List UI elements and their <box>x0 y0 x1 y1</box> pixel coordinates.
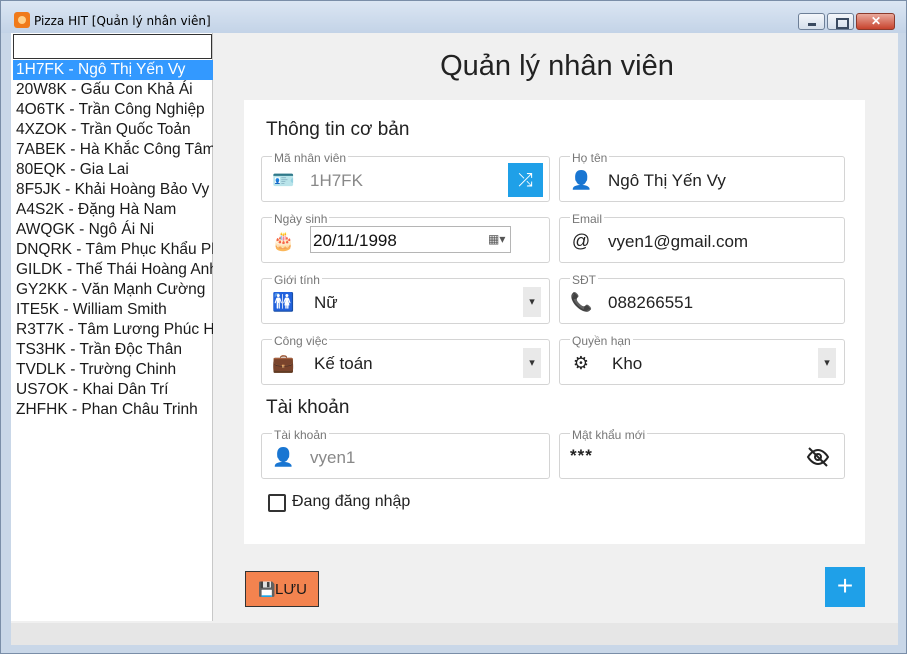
role-select[interactable]: Quyền hạn ⚙ Kho ▾ <box>559 334 845 385</box>
eye-off-icon[interactable] <box>806 445 830 469</box>
window-title: Pizza HIT [Quản lý nhân viên] <box>34 14 211 28</box>
client-area: 1H7FK - Ngô Thị Yến Vy 20W8K - Gấu Con Kh… <box>11 33 898 645</box>
at-icon: @ <box>571 231 591 251</box>
gender-value: Nữ <box>314 293 338 312</box>
save-button-label: LƯU <box>275 581 307 598</box>
search-input[interactable] <box>13 34 212 59</box>
title-bar: Pizza HIT [Quản lý nhân viên] <box>1 1 906 33</box>
list-item[interactable]: A4S2K - Đặng Hà Nam <box>13 200 213 220</box>
list-item[interactable]: ZHFHK - Phan Châu Trinh <box>13 400 213 420</box>
app-window: Pizza HIT [Quản lý nhân viên] 1H7FK - Ng… <box>0 0 907 654</box>
new-password-field[interactable]: Mật khẩu mới *** <box>559 428 845 479</box>
pizza-app-icon <box>14 12 30 28</box>
list-item[interactable]: GY2KK - Văn Mạnh Cường <box>13 280 213 300</box>
page-title: Quản lý nhân viên <box>440 50 674 82</box>
save-icon: 💾 <box>258 581 276 597</box>
save-button[interactable]: 💾 LƯU <box>245 571 319 607</box>
id-card-icon: 🪪 <box>272 170 295 190</box>
plus-icon: + <box>836 570 854 601</box>
list-item[interactable]: TS3HK - Trần Độc Thân <box>13 340 213 360</box>
email-field[interactable]: Email @ vyen1@gmail.com <box>559 212 845 263</box>
logged-in-checkbox[interactable] <box>268 494 286 512</box>
username-value: vyen1 <box>310 448 356 467</box>
employee-detail-panel: Quản lý nhân viên Thông tin cơ bản Mã nh… <box>216 33 898 621</box>
job-select[interactable]: Công việc 💼 Kế toán ▾ <box>261 334 550 385</box>
job-value: Kế toán <box>314 354 373 373</box>
new-password-value: *** <box>570 446 593 465</box>
birthday-date-picker[interactable]: 20/11/1998 ▦▾ <box>310 226 511 253</box>
employee-id-field: Mã nhân viên 🪪 1H7FK ⤮ <box>261 151 550 202</box>
list-item[interactable]: ITE5K - William Smith <box>13 300 213 320</box>
status-bar <box>11 623 898 645</box>
person-icon: 👤 <box>272 447 295 467</box>
maximize-button[interactable] <box>827 13 854 30</box>
gender-dropdown-button[interactable]: ▾ <box>523 287 541 317</box>
cake-icon: 🎂 <box>272 231 295 251</box>
email-label: Email <box>570 212 605 226</box>
employee-list-panel: 1H7FK - Ngô Thị Yến Vy 20W8K - Gấu Con Kh… <box>11 33 213 621</box>
phone-label: SĐT <box>570 273 598 287</box>
employee-form-card: Thông tin cơ bản Mã nhân viên 🪪 1H7FK ⤮ … <box>244 100 865 544</box>
employee-id-value: 1H7FK <box>310 171 363 190</box>
generate-id-button[interactable]: ⤮ <box>508 163 543 197</box>
gender-select[interactable]: Giới tính 🚻 Nữ ▾ <box>261 273 550 324</box>
list-item[interactable]: 7ABEK - Hà Khắc Công Tâm <box>13 140 213 160</box>
job-dropdown-button[interactable]: ▾ <box>523 348 541 378</box>
list-item[interactable]: TVDLK - Trường Chinh <box>13 360 213 380</box>
role-label: Quyền hạn <box>570 334 633 348</box>
list-item[interactable]: R3T7K - Tâm Lương Phúc Hậu <box>13 320 213 340</box>
person-icon: 👤 <box>570 170 593 190</box>
role-dropdown-button[interactable]: ▾ <box>818 348 836 378</box>
list-item[interactable]: 4O6TK - Trần Công Nghiệp <box>13 100 213 120</box>
user-cog-icon: ⚙ <box>572 353 590 373</box>
minimize-button[interactable] <box>798 13 825 30</box>
list-item[interactable]: AWQGK - Ngô Ái Ni <box>13 220 213 240</box>
list-item[interactable]: 1H7FK - Ngô Thị Yến Vy <box>13 60 213 80</box>
add-employee-button[interactable]: + <box>825 567 865 607</box>
username-field: Tài khoản 👤 vyen1 <box>261 428 550 479</box>
list-item[interactable]: 80EQK - Gia Lai <box>13 160 213 180</box>
phone-field[interactable]: SĐT 📞 088266551 <box>559 273 845 324</box>
account-section-title: Tài khoản <box>266 397 350 418</box>
full-name-label: Họ tên <box>570 151 610 165</box>
gender-label: Giới tính <box>272 273 322 287</box>
birthday-value: 20/11/1998 <box>313 231 397 250</box>
role-value: Kho <box>612 354 643 373</box>
email-value: vyen1@gmail.com <box>608 232 749 251</box>
briefcase-icon: 💼 <box>272 353 295 373</box>
list-item[interactable]: 20W8K - Gấu Con Khả Ái <box>13 80 213 100</box>
employee-list[interactable]: 1H7FK - Ngô Thị Yến Vy 20W8K - Gấu Con Kh… <box>13 60 213 620</box>
close-button[interactable] <box>856 13 895 30</box>
full-name-value: Ngô Thị Yến Vy <box>608 171 726 190</box>
gender-icon: 🚻 <box>272 292 295 312</box>
phone-icon: 📞 <box>570 292 593 312</box>
username-label: Tài khoản <box>272 428 329 442</box>
birthday-field: Ngày sinh 🎂 20/11/1998 ▦▾ <box>261 212 550 263</box>
list-item[interactable]: GILDK - Thế Thái Hoàng Anh <box>13 260 213 280</box>
birthday-label: Ngày sinh <box>272 212 330 226</box>
full-name-field[interactable]: Họ tên 👤 Ngô Thị Yến Vy <box>559 151 845 202</box>
list-item[interactable]: US7OK - Khai Dân Trí <box>13 380 213 400</box>
employee-id-label: Mã nhân viên <box>272 151 349 165</box>
new-password-label: Mật khẩu mới <box>570 428 648 442</box>
job-label: Công việc <box>272 334 330 348</box>
list-item[interactable]: 8F5JK - Khải Hoàng Bảo Vy <box>13 180 213 200</box>
basic-info-title: Thông tin cơ bản <box>266 119 410 140</box>
logged-in-label: Đang đăng nhập <box>292 493 411 510</box>
phone-value: 088266551 <box>608 293 694 312</box>
calendar-dropdown-icon[interactable]: ▦▾ <box>488 232 506 246</box>
list-item[interactable]: DNQRK - Tâm Phục Khẩu Phục <box>13 240 213 260</box>
shuffle-icon: ⤮ <box>518 170 533 190</box>
list-item[interactable]: 4XZOK - Trần Quốc Toản <box>13 120 213 140</box>
